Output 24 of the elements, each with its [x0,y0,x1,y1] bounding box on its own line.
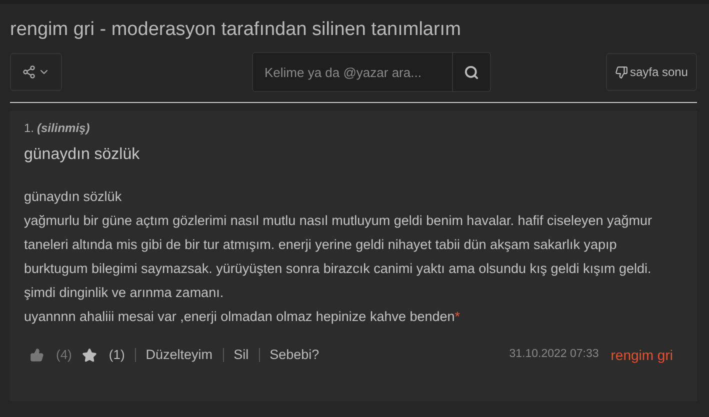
entry-text: yağmurlu bir güne açtım gözlerimi nasıl mutlu nasıl mutluyum geldi benim havalar. hafif ciseleyen yağmur taneleri altında mis gibi de bir tur atmışım. enerji yerine geldi nihayet tabii dün akşam sakarlık yapıp burktugum bilegimi saymazsak. yürüyüşten sonra birazcık canimi yaktı ama olsundu kış geldi kışım geldi. şimdi dinginlik ve arınma zamanı. [24,212,654,302]
search-icon [464,64,480,80]
action-link[interactable]: Sebebi? [270,344,320,366]
vote-count: (4) [56,346,72,364]
author-link[interactable]: rengim gri [610,344,673,366]
hand-icon [614,66,628,78]
search-field[interactable]: Kelime ya da @yazar ara... [252,52,454,92]
entry-text: günaydın sözlük [24,188,123,206]
favorite-count: (1) [108,346,125,364]
thumbs-up-icon[interactable] [30,348,44,362]
topic-title[interactable]: günaydın sözlük [24,143,683,167]
star-icon[interactable] [82,348,97,362]
page-end-button[interactable]: sayfa sonu [606,53,697,91]
action-link[interactable]: Sil [234,344,249,366]
entry-date: 31.10.2022 07:33 [509,347,599,362]
entry-status: (silinmiş) [37,120,90,137]
share-icon [22,65,36,79]
action-link[interactable]: Düzelteyim [146,344,213,366]
page-title: rengim gri - moderasyon tarafından silinen tanımlarım [10,18,462,42]
share-button[interactable] [10,53,62,91]
footnote-link[interactable]: * [454,309,460,324]
search-button[interactable] [453,52,492,92]
entry-text: uyannnn ahaliii mesai var ,enerji olmadan olmaz hepinize kahve benden* [24,308,462,326]
entry-number: 1. [24,120,34,137]
